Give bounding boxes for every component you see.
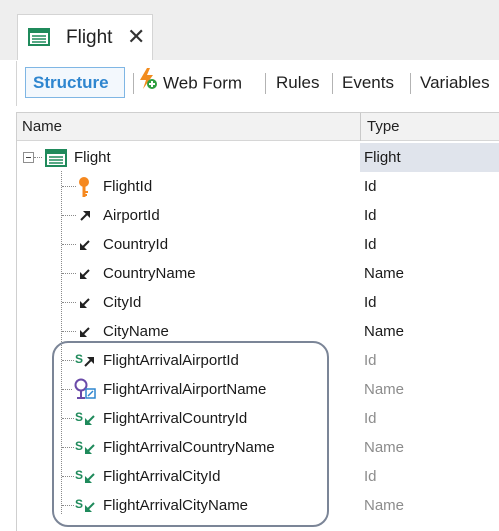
attribute-type[interactable]: Name (364, 323, 404, 340)
subtype-lookup-icon (73, 378, 97, 405)
attribute-type[interactable]: Flight (364, 149, 401, 166)
grid-header: Name Type (17, 113, 499, 141)
collapse-toggle[interactable] (23, 152, 34, 163)
attribute-type[interactable]: Id (364, 410, 377, 427)
tab-flight[interactable]: Flight ✕ (17, 14, 153, 60)
table-row[interactable]: AirportId Id (17, 201, 499, 230)
inferred-arrow-icon (79, 238, 91, 256)
column-header-type[interactable]: Type (367, 118, 400, 135)
toolbar-divider (265, 73, 266, 94)
tab-web-form-label: Web Form (163, 73, 243, 93)
tab-structure[interactable]: Structure (25, 67, 125, 98)
table-row[interactable]: CityId Id (17, 288, 499, 317)
attribute-name: CountryId (103, 236, 169, 253)
attribute-name: FlightArrivalAirportName (103, 381, 267, 398)
table-row[interactable]: S FlightArrivalCountryName Name (17, 433, 499, 462)
column-header-name[interactable]: Name (22, 118, 62, 135)
inferred-arrow-icon (79, 325, 91, 343)
table-row[interactable]: S FlightArrivalCityId Id (17, 462, 499, 491)
document-tab-strip: Flight ✕ (0, 0, 499, 60)
toolbar-divider (332, 73, 333, 94)
attribute-name: FlightArrivalAirportId (103, 352, 239, 369)
tab-events[interactable]: Events (342, 67, 394, 98)
attribute-type[interactable]: Id (364, 236, 377, 253)
attribute-name: CityName (103, 323, 169, 340)
table-row[interactable]: CountryId Id (17, 230, 499, 259)
subtype-inferred-icon: S (75, 467, 97, 490)
svg-text:S: S (75, 497, 83, 511)
object-toolbar: Structure Web Form Rules Events Variable… (16, 61, 499, 106)
table-row[interactable]: FlightId Id (17, 172, 499, 201)
table-icon (45, 149, 67, 172)
attribute-name: FlightArrivalCityName (103, 497, 249, 514)
attribute-name: FlightId (103, 178, 153, 195)
table-row[interactable]: CityName Name (17, 317, 499, 346)
attribute-name: CityId (103, 294, 142, 311)
table-row[interactable]: S FlightArrivalCountryId Id (17, 404, 499, 433)
table-row[interactable]: S FlightArrivalCityName Name (17, 491, 499, 520)
tab-rules[interactable]: Rules (276, 67, 319, 98)
attribute-type[interactable]: Name (364, 381, 404, 398)
attribute-name: FlightArrivalCityId (103, 468, 221, 485)
attribute-type[interactable]: Id (364, 468, 377, 485)
attribute-type[interactable]: Name (364, 439, 404, 456)
lightning-add-icon (138, 67, 158, 101)
inferred-arrow-icon (79, 296, 91, 314)
inferred-arrow-icon (79, 267, 91, 285)
attribute-name: AirportId (103, 207, 160, 224)
table-row[interactable]: FlightArrivalAirportName Name (17, 375, 499, 404)
svg-text:S: S (75, 468, 83, 482)
tab-web-form[interactable]: Web Form (138, 67, 242, 98)
close-icon[interactable]: ✕ (127, 24, 145, 50)
attribute-name: FlightArrivalCountryId (103, 410, 248, 427)
attribute-type[interactable]: Id (364, 178, 377, 195)
attribute-name: CountryName (103, 265, 196, 282)
attribute-name: Flight (74, 149, 111, 166)
attribute-type[interactable]: Name (364, 497, 404, 514)
table-icon (28, 28, 50, 51)
key-icon (77, 176, 91, 203)
tab-title: Flight (66, 27, 113, 48)
svg-text:S: S (75, 410, 83, 424)
tree-root-row[interactable]: Flight Flight (17, 143, 499, 172)
subtype-fk-icon: S (75, 351, 97, 374)
toolbar-divider (410, 73, 411, 94)
subtype-inferred-icon: S (75, 496, 97, 519)
foreign-key-arrow-icon (79, 209, 91, 227)
subtype-inferred-icon: S (75, 438, 97, 461)
column-resize-handle[interactable] (360, 113, 361, 141)
toolbar-divider (133, 73, 134, 94)
svg-text:S: S (75, 439, 83, 453)
table-row[interactable]: CountryName Name (17, 259, 499, 288)
attribute-type[interactable]: Id (364, 352, 377, 369)
svg-text:S: S (75, 352, 83, 366)
structure-grid: Name Type Flight Flight FlightId Id Airp… (16, 112, 499, 531)
subtype-inferred-icon: S (75, 409, 97, 432)
table-row[interactable]: S FlightArrivalAirportId Id (17, 346, 499, 375)
attribute-type[interactable]: Id (364, 207, 377, 224)
tab-variables[interactable]: Variables (420, 67, 490, 98)
attribute-type[interactable]: Id (364, 294, 377, 311)
attribute-name: FlightArrivalCountryName (103, 439, 275, 456)
attribute-type[interactable]: Name (364, 265, 404, 282)
